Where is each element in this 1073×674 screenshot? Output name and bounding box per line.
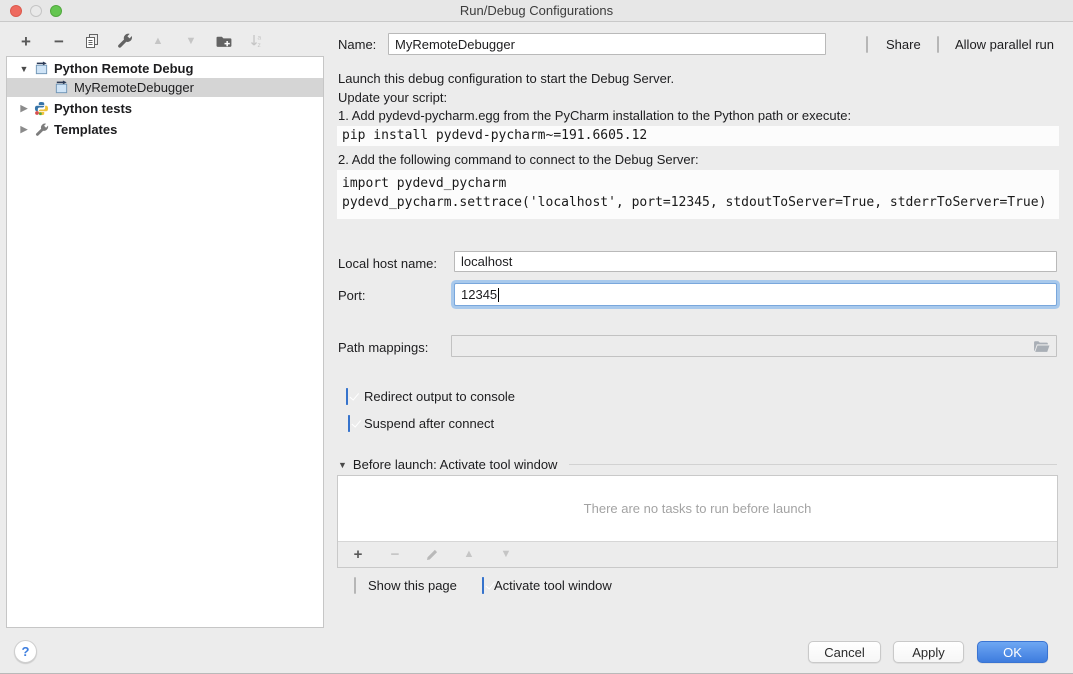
tree-item-python-tests[interactable]: ▶ Python tests xyxy=(7,99,323,118)
help-button[interactable]: ? xyxy=(14,640,37,663)
redirect-output-label: Redirect output to console xyxy=(364,389,515,404)
name-input[interactable] xyxy=(388,33,826,55)
tree-item-myremotedebugger[interactable]: MyRemoteDebugger xyxy=(7,78,323,97)
copy-configuration-button[interactable] xyxy=(82,31,102,51)
run-debug-configurations-dialog: Run/Debug Configurations + − ▲ ▼ xyxy=(0,0,1073,674)
local-host-name-label: Local host name: xyxy=(338,256,437,271)
remove-icon: − xyxy=(54,33,64,50)
cancel-button[interactable]: Cancel xyxy=(808,641,881,663)
port-value: 12345 xyxy=(461,287,497,302)
task-list: There are no tasks to run before launch xyxy=(338,476,1057,541)
tree-item-label: MyRemoteDebugger xyxy=(74,80,194,95)
sort-alphabetically-icon: a z xyxy=(249,33,265,49)
move-task-down-button[interactable]: ▼ xyxy=(496,545,516,565)
allow-parallel-run-checkbox[interactable] xyxy=(937,36,939,53)
remote-debug-icon xyxy=(34,61,49,76)
chevron-down-icon[interactable]: ▼ xyxy=(338,460,347,470)
move-down-icon: ▼ xyxy=(501,549,512,560)
redirect-output-checkbox[interactable] xyxy=(346,388,348,405)
new-folder-icon xyxy=(216,33,233,50)
tree-item-label: Templates xyxy=(54,122,117,137)
port-input[interactable]: 12345 xyxy=(454,283,1057,306)
templates-wrench-icon xyxy=(34,122,49,137)
move-up-icon: ▲ xyxy=(153,36,164,47)
show-this-page-checkbox[interactable] xyxy=(354,577,356,594)
remove-icon: − xyxy=(391,547,400,562)
path-mappings-label: Path mappings: xyxy=(338,340,428,355)
window-title: Run/Debug Configurations xyxy=(0,0,1073,22)
tree-item-label: Python tests xyxy=(54,101,132,116)
section-divider xyxy=(569,464,1057,465)
instruction-line-1: Launch this debug configuration to start… xyxy=(338,71,674,86)
svg-text:a: a xyxy=(258,35,262,42)
copy-icon xyxy=(84,33,100,49)
suspend-after-connect-checkbox[interactable] xyxy=(348,415,350,432)
settrace-code-line-2: pydevd_pycharm.settrace('localhost', por… xyxy=(342,194,1059,213)
move-down-icon: ▼ xyxy=(186,36,197,47)
activate-tool-window-checkbox[interactable] xyxy=(482,577,484,594)
add-icon: + xyxy=(354,547,363,562)
before-launch-header[interactable]: ▼ Before launch: Activate tool window xyxy=(338,457,1057,472)
path-mappings-input[interactable] xyxy=(451,335,1057,357)
titlebar: Run/Debug Configurations xyxy=(0,0,1073,22)
task-toolbar: + − ▲ ▼ xyxy=(338,541,1057,567)
chevron-down-icon[interactable]: ▼ xyxy=(19,64,29,74)
local-host-name-input[interactable] xyxy=(454,251,1057,272)
pip-install-code: pip install pydevd-pycharm~=191.6605.12 xyxy=(337,126,1059,146)
browse-folder-icon[interactable] xyxy=(1033,339,1050,354)
chevron-right-icon[interactable]: ▶ xyxy=(19,103,29,114)
settrace-code: import pydevd_pycharm pydevd_pycharm.set… xyxy=(337,170,1059,219)
configurations-toolbar: + − ▲ ▼ a z xyxy=(16,30,267,52)
empty-task-list-message: There are no tasks to run before launch xyxy=(584,501,812,516)
configurations-tree: ▼ Python Remote Debug xyxy=(6,56,324,628)
question-mark-icon: ? xyxy=(22,644,30,659)
chevron-right-icon[interactable]: ▶ xyxy=(19,124,29,135)
settrace-code-line-1: import pydevd_pycharm xyxy=(342,175,1059,194)
edit-templates-button[interactable] xyxy=(115,31,135,51)
move-task-up-button[interactable]: ▲ xyxy=(459,545,479,565)
before-launch-title: Before launch: Activate tool window xyxy=(353,457,558,472)
show-this-page-label: Show this page xyxy=(368,578,457,593)
port-label: Port: xyxy=(338,288,365,303)
add-configuration-button[interactable]: + xyxy=(16,31,36,51)
move-up-icon: ▲ xyxy=(464,549,475,560)
add-icon: + xyxy=(21,33,31,50)
instruction-step-2: 2. Add the following command to connect … xyxy=(338,152,699,167)
move-up-button[interactable]: ▲ xyxy=(148,31,168,51)
ok-button[interactable]: OK xyxy=(977,641,1048,663)
tree-item-python-remote-debug[interactable]: ▼ Python Remote Debug xyxy=(7,59,323,78)
activate-tool-window-label: Activate tool window xyxy=(494,578,612,593)
new-folder-button[interactable] xyxy=(214,31,234,51)
sort-configurations-button[interactable]: a z xyxy=(247,31,267,51)
share-label: Share xyxy=(886,37,921,52)
edit-task-button[interactable] xyxy=(422,545,442,565)
pencil-icon xyxy=(425,548,439,562)
allow-parallel-run-label: Allow parallel run xyxy=(955,37,1054,52)
apply-button[interactable]: Apply xyxy=(893,641,964,663)
before-launch-task-panel: There are no tasks to run before launch … xyxy=(337,475,1058,568)
move-down-button[interactable]: ▼ xyxy=(181,31,201,51)
share-checkbox[interactable] xyxy=(866,36,868,53)
remote-debug-icon xyxy=(54,80,69,95)
suspend-after-connect-label: Suspend after connect xyxy=(364,416,494,431)
remove-task-button[interactable]: − xyxy=(385,545,405,565)
svg-text:z: z xyxy=(258,42,261,49)
name-label: Name: xyxy=(338,37,376,52)
tree-item-label: Python Remote Debug xyxy=(54,61,193,76)
python-tests-icon xyxy=(34,101,49,116)
remove-configuration-button[interactable]: − xyxy=(49,31,69,51)
add-task-button[interactable]: + xyxy=(348,545,368,565)
tree-item-templates[interactable]: ▶ Templates xyxy=(7,120,323,139)
instruction-line-2: Update your script: xyxy=(338,90,447,105)
text-caret xyxy=(498,288,499,302)
wrench-icon xyxy=(117,33,133,49)
instruction-step-1: 1. Add pydevd-pycharm.egg from the PyCha… xyxy=(338,108,851,123)
